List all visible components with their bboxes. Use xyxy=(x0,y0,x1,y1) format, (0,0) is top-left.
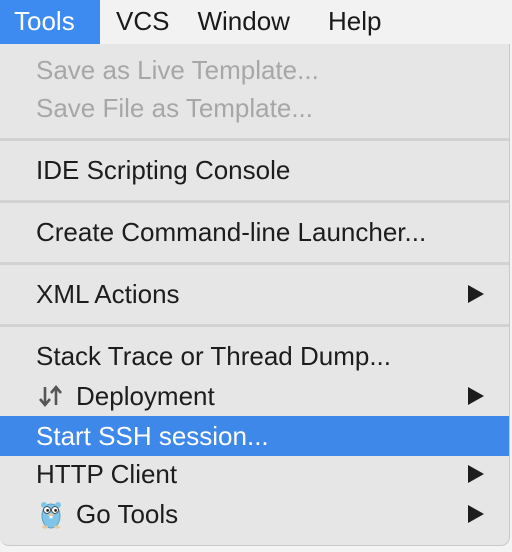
menu-bar: Tools VCS Window Help xyxy=(0,0,512,44)
menu-tools[interactable]: Tools xyxy=(0,0,100,44)
menu-vcs[interactable]: VCS xyxy=(100,0,187,44)
menu-item-label: Deployment xyxy=(76,380,215,411)
menu-item-label: Create Command-line Launcher... xyxy=(36,216,427,247)
menu-item-save-file-template[interactable]: Save File as Template... xyxy=(0,88,509,128)
submenu-arrow-icon xyxy=(468,387,484,405)
menu-item-save-live-template[interactable]: Save as Live Template... xyxy=(0,50,509,90)
menu-separator xyxy=(0,262,509,265)
menu-item-start-ssh-session[interactable]: Start SSH session... xyxy=(0,416,509,456)
menu-item-http-client[interactable]: HTTP Client xyxy=(0,454,509,494)
menu-help[interactable]: Help xyxy=(308,0,395,44)
tools-dropdown-menu: Save as Live Template... Save File as Te… xyxy=(0,44,510,546)
menu-item-label: Save as Live Template... xyxy=(36,54,319,85)
menu-item-label: Start SSH session... xyxy=(36,420,269,451)
menu-separator xyxy=(0,324,509,327)
menu-item-label: IDE Scripting Console xyxy=(36,154,291,185)
menu-item-label: Go Tools xyxy=(76,498,179,529)
submenu-arrow-icon xyxy=(468,505,484,523)
menu-item-create-command-line-launcher[interactable]: Create Command-line Launcher... xyxy=(0,212,509,252)
menu-item-label: Save File as Template... xyxy=(36,92,313,123)
menu-item-go-tools[interactable]: Go Tools xyxy=(0,494,509,534)
gopher-icon xyxy=(36,499,66,529)
menu-separator xyxy=(0,138,509,141)
menu-item-label: HTTP Client xyxy=(36,458,178,489)
menu-item-label: Stack Trace or Thread Dump... xyxy=(36,340,391,371)
menu-item-label: XML Actions xyxy=(36,278,180,309)
menu-separator xyxy=(0,200,509,203)
menu-item-deployment[interactable]: Deployment xyxy=(0,376,509,416)
menu-item-ide-scripting-console[interactable]: IDE Scripting Console xyxy=(0,150,509,190)
submenu-arrow-icon xyxy=(468,285,484,303)
menu-item-xml-actions[interactable]: XML Actions xyxy=(0,274,509,314)
submenu-arrow-icon xyxy=(468,465,484,483)
menu-item-stack-trace[interactable]: Stack Trace or Thread Dump... xyxy=(0,336,509,376)
menu-window[interactable]: Window xyxy=(187,0,307,44)
up-down-arrows-icon xyxy=(36,381,66,411)
